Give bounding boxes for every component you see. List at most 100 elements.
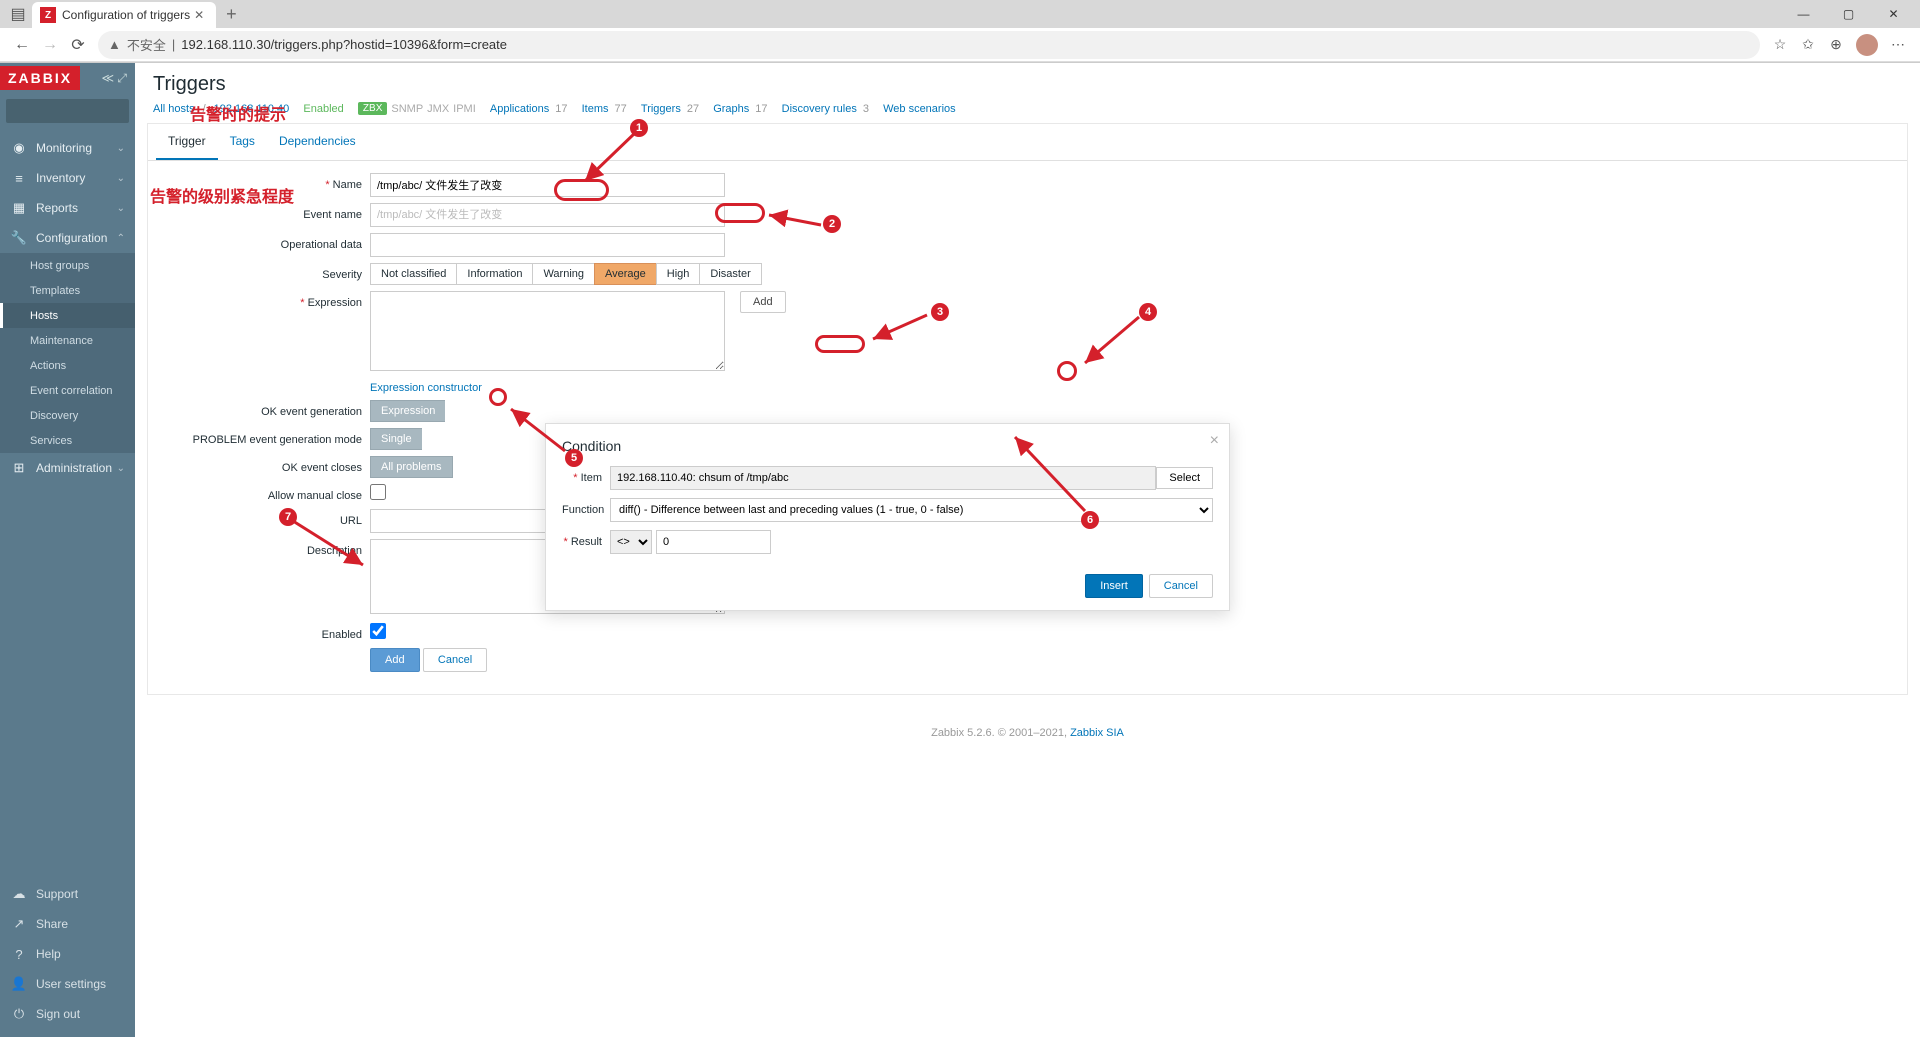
dialog-cancel-button[interactable]: Cancel [1149,574,1213,598]
event-name-input[interactable] [370,203,725,227]
expression-input[interactable] [370,291,725,371]
sev-average[interactable]: Average [594,263,656,285]
sev-high[interactable]: High [656,263,700,285]
bc-discovery[interactable]: Discovery rules [782,103,857,115]
sidebar-item-support[interactable]: ☁Support [0,879,135,909]
ok-closes-all[interactable]: All problems [370,456,453,478]
breadcrumb-host[interactable]: 192.168.110.40 [214,103,290,115]
sidebar-item-event-correlation[interactable]: Event correlation [0,378,135,403]
tab-trigger[interactable]: Trigger [156,124,218,160]
profile-avatar[interactable] [1856,34,1878,56]
bc-graphs[interactable]: Graphs [713,103,749,115]
sidebar-item-signout[interactable]: ⏻Sign out [0,999,135,1029]
sidebar-item-monitoring[interactable]: ◉ Monitoring ⌄ [0,133,135,163]
result-value-input[interactable] [656,530,771,554]
enabled-checkbox[interactable] [370,623,386,639]
chevron-down-icon: ⌄ [117,203,125,214]
forward-button: → [36,36,64,54]
favorites-icon[interactable]: ✩ [1794,36,1822,53]
logo[interactable]: ZABBIX [0,66,80,90]
url-field[interactable]: ▲ 不安全 | 192.168.110.30/triggers.php?host… [98,31,1760,59]
select-item-button[interactable]: Select [1156,467,1213,489]
sidebar-search[interactable]: 🔍 [6,99,129,123]
insert-button[interactable]: Insert [1085,574,1143,598]
sidebar-item-help[interactable]: ?Help [0,939,135,969]
count: 77 [615,103,627,115]
sidebar-item-share[interactable]: ↗Share [0,909,135,939]
label-description: Description [160,539,370,557]
sev-disaster[interactable]: Disaster [699,263,761,285]
gear-icon: ⊞ [10,460,28,476]
browser-tab[interactable]: Z Configuration of triggers ✕ [32,2,216,28]
minimize-button[interactable]: — [1781,7,1826,21]
allow-close-checkbox[interactable] [370,484,386,500]
sidebar-item-reports[interactable]: ▦ Reports ⌄ [0,193,135,223]
bc-triggers[interactable]: Triggers [641,103,681,115]
sidebar-label: Configuration [36,231,107,245]
new-tab-button[interactable]: + [216,4,247,25]
main-content: Triggers All hosts / 192.168.110.40 Enab… [135,63,1920,1037]
sidebar-item-maintenance[interactable]: Maintenance [0,328,135,353]
sidebar-label: User settings [36,977,106,991]
dialog-close-icon[interactable]: × [1210,432,1219,450]
back-button[interactable]: ← [8,36,36,54]
user-icon: 👤 [10,976,28,992]
tab-title: Configuration of triggers [62,8,190,22]
bc-web[interactable]: Web scenarios [883,103,956,115]
name-input[interactable] [370,173,725,197]
close-icon[interactable]: ✕ [190,8,208,22]
expression-constructor-link[interactable]: Expression constructor [370,382,482,394]
problem-mode-single[interactable]: Single [370,428,422,450]
reports-icon: ▦ [10,200,28,216]
url-sep: | [172,37,175,52]
add-button[interactable]: Add [370,648,420,672]
collections-icon[interactable]: ⊕ [1822,36,1850,53]
label-allow-close: Allow manual close [160,484,370,502]
bc-applications[interactable]: Applications [490,103,549,115]
sidebar-item-user-settings[interactable]: 👤 User settings [0,969,135,999]
sidebar-item-discovery[interactable]: Discovery [0,403,135,428]
bc-items[interactable]: Items [582,103,609,115]
opdata-input[interactable] [370,233,725,257]
app-menu-icon[interactable]: ▤ [4,4,32,24]
star-icon[interactable]: ☆ [1766,36,1794,53]
sidebar-label: Share [36,917,68,931]
breadcrumb-all-hosts[interactable]: All hosts [153,103,195,115]
label-expression: Expression [160,291,370,309]
count: 17 [755,103,767,115]
ipmi-badge: IPMI [453,103,476,115]
url-text: 192.168.110.30/triggers.php?hostid=10396… [181,37,1750,52]
sidebar-item-host-groups[interactable]: Host groups [0,253,135,278]
item-field[interactable] [610,466,1156,490]
sidebar-item-administration[interactable]: ⊞ Administration ⌄ [0,453,135,483]
insecure-label: 不安全 [127,35,166,54]
maximize-button[interactable]: ▢ [1826,7,1871,21]
ok-gen-expression[interactable]: Expression [370,400,445,422]
dlg-label-item: Item [562,472,610,484]
status-enabled: Enabled [303,103,343,115]
cancel-button[interactable]: Cancel [423,648,487,672]
add-expression-button[interactable]: Add [740,291,786,313]
collapse-sidebar-button[interactable]: ≪ ⤢ [94,71,136,86]
function-select[interactable]: diff() - Difference between last and pre… [610,498,1213,522]
menu-icon[interactable]: ⋯ [1884,36,1912,53]
label-enabled: Enabled [160,623,370,641]
result-operator-select[interactable]: <> [610,530,652,554]
sidebar-item-hosts[interactable]: Hosts [0,303,135,328]
reload-button[interactable]: ⟳ [64,35,92,55]
tab-dependencies[interactable]: Dependencies [267,124,368,160]
sev-not-classified[interactable]: Not classified [370,263,456,285]
chevron-down-icon: ⌄ [117,173,125,184]
sev-information[interactable]: Information [456,263,532,285]
footer-link[interactable]: Zabbix SIA [1070,727,1124,739]
sev-warning[interactable]: Warning [532,263,594,285]
zbx-badge: ZBX [358,102,387,115]
favicon-zabbix: Z [40,7,56,23]
sidebar-item-services[interactable]: Services [0,428,135,453]
sidebar-item-actions[interactable]: Actions [0,353,135,378]
sidebar-item-configuration[interactable]: 🔧 Configuration ⌃ [0,223,135,253]
tab-tags[interactable]: Tags [218,124,267,160]
sidebar-item-inventory[interactable]: ≡ Inventory ⌄ [0,163,135,193]
close-window-button[interactable]: ✕ [1871,7,1916,21]
sidebar-item-templates[interactable]: Templates [0,278,135,303]
